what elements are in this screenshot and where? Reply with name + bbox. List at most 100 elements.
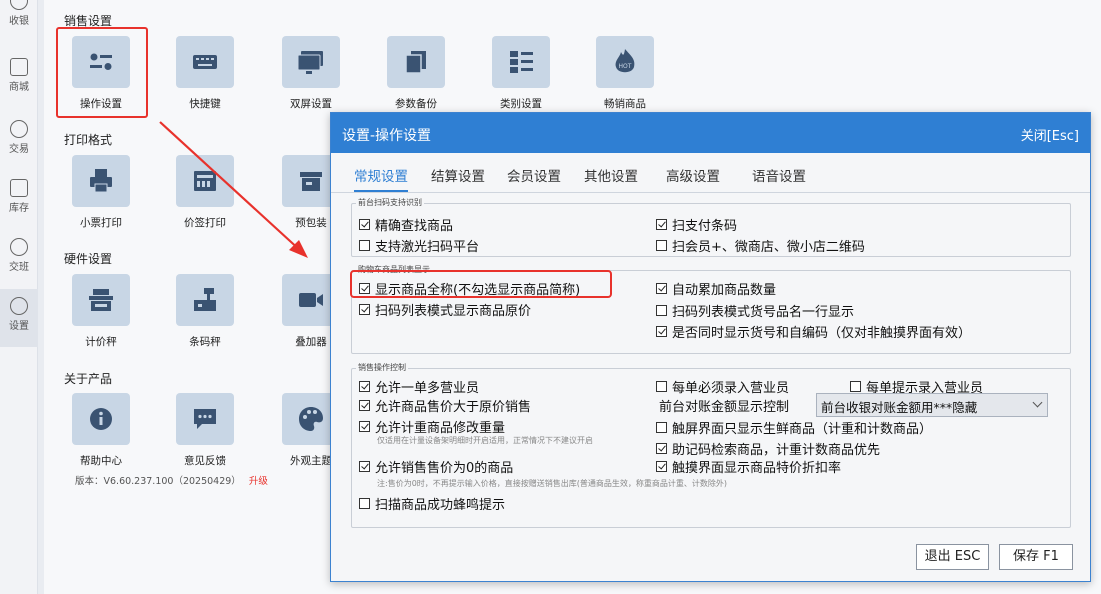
option-scan-payment-code[interactable]: 扫支付条码	[656, 215, 737, 234]
reconcile-amount-select[interactable]: 前台收银对账金额用***隐藏	[816, 393, 1048, 417]
option-exact-search[interactable]: 精确查找商品	[359, 215, 453, 234]
checkbox[interactable]	[656, 443, 667, 454]
tab-member[interactable]: 会员设置	[507, 165, 561, 185]
checkbox[interactable]	[656, 422, 667, 433]
option-label: 允许计重商品修改重量	[375, 421, 506, 436]
option-modify-weight[interactable]: 允许计重商品修改重量	[359, 417, 505, 436]
option-laser-scan[interactable]: 支持激光扫码平台	[359, 236, 479, 255]
tile-label: 类别设置	[500, 98, 542, 110]
hot-flame-icon: HOT	[615, 49, 635, 73]
checkbox[interactable]	[656, 305, 667, 316]
option-touch-discount-rate[interactable]: 触摸界面显示商品特价折扣率	[656, 457, 841, 476]
group-legend: 前台扫码支持识别	[356, 197, 424, 208]
tile-price-scale[interactable]: 计价秤	[56, 270, 146, 360]
tile-category-settings[interactable]: 类别设置	[476, 32, 566, 122]
reconcile-amount-label: 前台对账金额显示控制	[659, 396, 789, 415]
tile-icon-box	[387, 36, 445, 88]
option-single-line-code-name[interactable]: 扫码列表模式货号品名一行显示	[656, 301, 854, 320]
highlight-box-full-name-option	[350, 270, 612, 298]
tab-other[interactable]: 其他设置	[584, 165, 638, 185]
tile-label-print[interactable]: 价签打印	[160, 151, 250, 241]
tile-label: 条码秤	[189, 336, 221, 348]
reconcile-label-text: 前台对账金额显示控制	[659, 400, 790, 415]
select-value: 前台收银对账金额用***隐藏	[821, 400, 978, 415]
option-scan-member-qr[interactable]: 扫会员+、微商店、微小店二维码	[656, 236, 865, 255]
option-zero-price-sale[interactable]: 允许销售售价为0的商品	[359, 457, 513, 476]
keyboard-icon	[193, 55, 217, 69]
tab-general[interactable]: 常规设置	[354, 165, 408, 192]
checkbox[interactable]	[359, 421, 370, 432]
tile-barcode-scale[interactable]: 条码秤	[160, 270, 250, 360]
nav-item-cashier[interactable]: 收银	[0, 0, 38, 38]
nav-label: 交易	[9, 144, 29, 155]
chevron-down-icon	[1032, 397, 1043, 408]
tile-help-center[interactable]: 帮助中心	[56, 389, 146, 479]
checkbox[interactable]	[656, 283, 667, 294]
tile-label: 畅销商品	[604, 98, 646, 110]
checkbox[interactable]	[359, 219, 370, 230]
option-mnemonic-search-priority[interactable]: 助记码检索商品，计重计数商品优先	[656, 439, 880, 458]
checkbox[interactable]	[656, 219, 667, 230]
nav-item-settings[interactable]: 设置	[0, 289, 38, 347]
tile-icon-box	[282, 36, 340, 88]
copy-icon	[405, 51, 426, 74]
tab-voice[interactable]: 语音设置	[752, 165, 806, 185]
checkbox[interactable]	[359, 240, 370, 251]
tile-icon-box	[176, 155, 234, 207]
tab-advanced[interactable]: 高级设置	[666, 165, 720, 185]
checkbox[interactable]	[359, 498, 370, 509]
save-button[interactable]: 保存 F1	[999, 544, 1073, 570]
left-navigation: 收银 商城 交易 库存 交班 设置	[0, 0, 38, 594]
option-touch-fresh-only[interactable]: 触屏界面只显示生鲜商品（计重和计数商品）	[656, 418, 932, 437]
tile-label: 参数备份	[395, 98, 437, 110]
checkbox[interactable]	[359, 461, 370, 472]
checkbox[interactable]	[359, 400, 370, 411]
checkbox[interactable]	[359, 381, 370, 392]
option-label: 扫会员+、微商店、微小店二维码	[672, 240, 865, 255]
tab-divider	[331, 192, 1090, 193]
option-label: 自动累加商品数量	[672, 283, 777, 298]
dialog-title: 设置-操作设置	[342, 128, 432, 144]
option-multiple-salespersons[interactable]: 允许一单多营业员	[359, 377, 479, 396]
tile-label: 双屏设置	[290, 98, 332, 110]
tile-feedback[interactable]: 意见反馈	[160, 389, 250, 479]
checkbox[interactable]	[850, 381, 861, 392]
printer-icon	[90, 169, 112, 193]
nav-label: 商城	[9, 82, 29, 93]
checkbox[interactable]	[359, 304, 370, 315]
tile-receipt-print[interactable]: 小票打印	[56, 151, 146, 241]
option-label: 每单必须录入营业员	[672, 381, 790, 396]
tile-parameter-backup[interactable]: 参数备份	[371, 32, 461, 122]
option-label: 触屏界面只显示生鲜商品（计重和计数商品）	[672, 422, 933, 437]
option-auto-accumulate[interactable]: 自动累加商品数量	[656, 279, 776, 298]
nav-label: 交班	[9, 262, 29, 273]
user-switch-icon	[10, 238, 28, 256]
option-show-original-price[interactable]: 扫码列表模式显示商品原价	[359, 300, 531, 319]
tile-label: 帮助中心	[80, 455, 122, 467]
inventory-icon	[10, 179, 28, 197]
nav-item-inventory[interactable]: 库存	[0, 171, 38, 225]
option-label: 支持激光扫码平台	[375, 240, 480, 255]
operation-settings-dialog: 设置-操作设置 关闭[Esc] 常规设置 结算设置 会员设置 其他设置 高级设置…	[330, 112, 1091, 582]
checkbox[interactable]	[656, 326, 667, 337]
option-require-salesperson[interactable]: 每单必须录入营业员	[656, 377, 789, 396]
nav-item-shift[interactable]: 交班	[0, 230, 38, 284]
option-price-above-original[interactable]: 允许商品售价大于原价销售	[359, 396, 531, 415]
chat-bubble-icon	[194, 409, 216, 429]
exit-button[interactable]: 退出 ESC	[916, 544, 989, 570]
option-scan-beep[interactable]: 扫描商品成功蜂鸣提示	[359, 494, 505, 513]
upgrade-link[interactable]: 升级	[249, 476, 268, 487]
nav-item-trade[interactable]: 交易	[0, 112, 38, 166]
checkbox[interactable]	[656, 381, 667, 392]
nav-item-mall[interactable]: 商城	[0, 50, 38, 104]
tile-shortcut-keys[interactable]: 快捷键	[160, 32, 250, 122]
tab-checkout[interactable]: 结算设置	[431, 165, 485, 185]
section-title-print: 打印格式	[64, 133, 113, 147]
tile-dual-screen[interactable]: 双屏设置	[266, 32, 356, 122]
tile-bestseller[interactable]: HOT 畅销商品	[580, 32, 670, 122]
option-show-code-and-self-code[interactable]: 是否同时显示货号和自编码（仅对非触摸界面有效）	[656, 322, 971, 341]
dialog-titlebar: 设置-操作设置 关闭[Esc]	[331, 113, 1090, 153]
checkbox[interactable]	[656, 240, 667, 251]
checkbox[interactable]	[656, 461, 667, 472]
dialog-close-button[interactable]: 关闭[Esc]	[1021, 125, 1079, 144]
